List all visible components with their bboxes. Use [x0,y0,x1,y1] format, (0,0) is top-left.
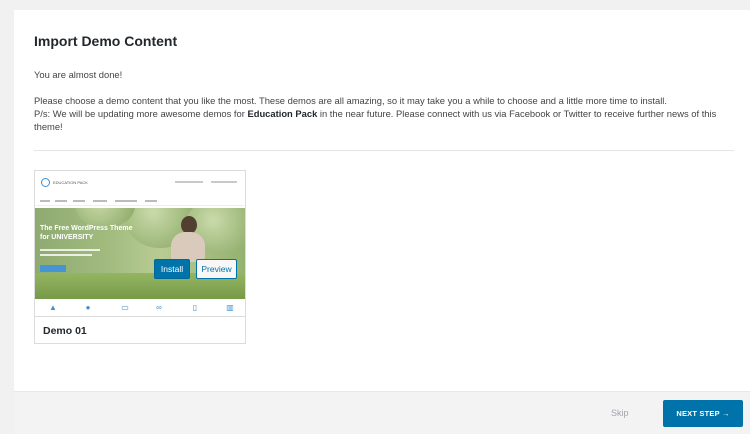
description-line-3: theme! [34,121,63,132]
thumb-feature-icons: ▲ ● ▭ ∞ ▯ ▥ [35,302,245,316]
demo-card-footer: Demo 01 [35,316,245,343]
header-info [175,181,203,183]
book-icon: ▯ [192,303,198,312]
next-step-button[interactable]: NEXT STEP → [663,400,743,427]
theme-name: Education Pack [247,108,318,119]
description-line-2: P/s: We will be updating more awesome de… [34,108,717,119]
install-button[interactable]: Install [154,259,190,279]
preview-button[interactable]: Preview [196,259,237,279]
page-title: Import Demo Content [34,33,178,49]
building-icon: ▥ [226,303,234,312]
demo-name: Demo 01 [43,325,87,337]
header-info [211,181,237,183]
logo-icon [41,178,50,187]
thumb-header: EDUCATION PACK [35,171,245,193]
description-line-1: Please choose a demo content that you li… [34,95,667,106]
thumb-nav [35,197,245,206]
skip-link[interactable]: Skip [611,408,629,418]
glasses-icon: ∞ [156,303,162,312]
feature-icon: ▲ [49,303,57,312]
demo-card[interactable]: EDUCATION PACK The Free WordPress Theme … [34,170,246,344]
intro-text: You are almost done! [34,69,123,80]
setup-panel: Import Demo Content You are almost done!… [14,10,750,434]
monitor-icon: ▭ [121,303,129,312]
demo-thumbnail: EDUCATION PACK The Free WordPress Theme … [35,171,245,316]
wizard-footer: Skip NEXT STEP → [14,391,750,434]
people-icon: ● [85,303,91,312]
hover-overlay [35,208,245,299]
divider [34,150,734,151]
thumb-logo-text: EDUCATION PACK [53,180,88,185]
